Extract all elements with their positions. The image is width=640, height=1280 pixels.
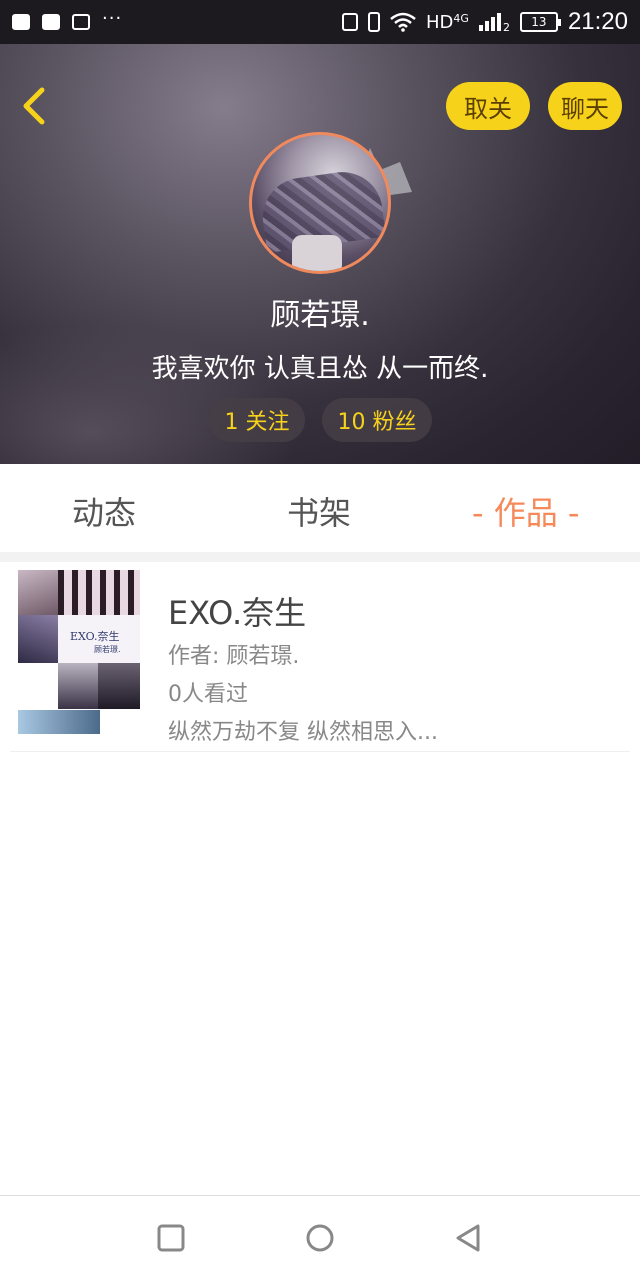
divider — [0, 552, 640, 562]
tab-bookshelf[interactable]: 书架 — [287, 488, 351, 534]
app-notification-icon — [12, 14, 30, 30]
username: 顾若璟. — [270, 298, 370, 333]
status-bar: ··· HD4G 2 13 21:20 — [0, 0, 640, 44]
chevron-left-icon — [23, 87, 45, 125]
book-author: 作者: 顾若璟. — [168, 644, 300, 669]
cover-subtitle: 顾若璟. — [94, 645, 121, 654]
cover-title: EXO.奈生 — [70, 630, 120, 643]
back-button[interactable] — [18, 86, 54, 126]
clock: 21:20 — [567, 8, 628, 35]
avatar-image — [249, 132, 391, 274]
list-item[interactable]: EXO.奈生 顾若璟. EXO.奈生 作者: 顾若璟. 0人看过 纵然万劫不复 … — [10, 562, 630, 752]
vibrate-icon — [368, 12, 380, 32]
square-icon — [157, 1224, 185, 1252]
location-icon — [342, 13, 358, 31]
image-notification-icon — [42, 14, 60, 30]
unfollow-button[interactable]: 取关 — [446, 82, 530, 130]
system-nav-bar — [0, 1195, 640, 1280]
more-notifications-icon: ··· — [102, 7, 123, 29]
ad-notification-icon — [72, 14, 90, 30]
chat-button[interactable]: 聊天 — [548, 82, 622, 130]
book-views: 0人看过 — [168, 682, 248, 707]
following-count[interactable]: 1 关注 — [209, 398, 305, 442]
book-description: 纵然万劫不复 纵然相思入... — [168, 720, 438, 745]
profile-header: 取关 聊天 顾若璟. 我喜欢你 认真且怂 从一而终. 1 关注 10 粉丝 — [0, 44, 640, 464]
recent-apps-button[interactable] — [153, 1220, 189, 1256]
circle-icon — [306, 1224, 334, 1252]
wifi-icon — [390, 12, 416, 32]
book-title: EXO.奈生 — [168, 594, 307, 632]
user-bio: 我喜欢你 认真且怂 从一而终. — [151, 354, 489, 384]
profile-page: ··· HD4G 2 13 21:20 取关 聊天 顾若璟. 我喜欢你 认真且怂… — [0, 0, 640, 1280]
avatar[interactable] — [249, 132, 391, 274]
battery-icon: 13 — [519, 12, 561, 32]
triangle-left-icon — [456, 1224, 480, 1252]
sim-index: 2 — [502, 20, 510, 34]
network-type: HD4G — [426, 11, 469, 33]
system-back-button[interactable] — [450, 1220, 486, 1256]
signal-icon — [478, 13, 501, 31]
book-cover: EXO.奈生 顾若璟. — [18, 570, 140, 734]
fans-count[interactable]: 10 粉丝 — [322, 398, 432, 442]
home-button[interactable] — [302, 1220, 338, 1256]
tab-works[interactable]: - 作品 - — [472, 488, 579, 534]
profile-tabs: 动态 书架 - 作品 - — [0, 464, 640, 552]
tab-dynamic[interactable]: 动态 — [72, 488, 136, 534]
